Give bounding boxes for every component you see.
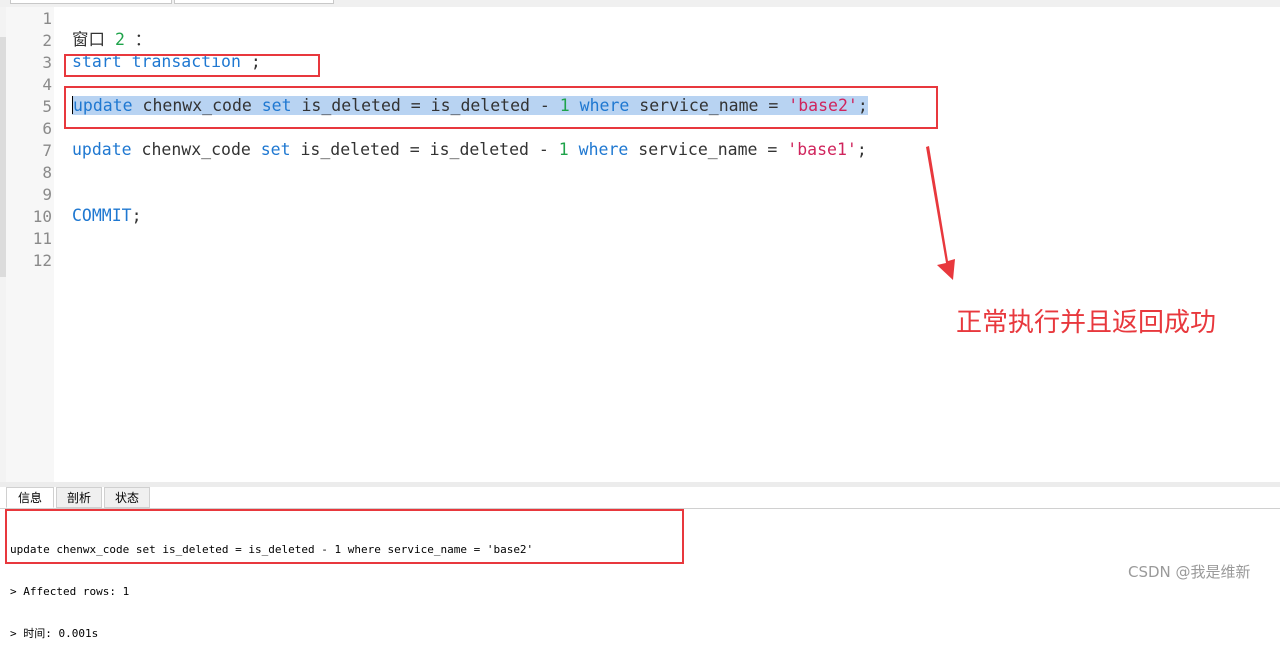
statement-end: ;: [131, 206, 142, 225]
comment-text: 窗口: [72, 30, 105, 49]
punctuation: ：: [124, 30, 152, 49]
editor-tab[interactable]: [174, 0, 334, 4]
number-literal: 1: [558, 140, 569, 159]
line-number-gutter: 1 2 3 4 5 6 7 8 9 10 11 12: [6, 7, 54, 482]
string-literal: 'base1': [787, 140, 857, 159]
line-number: 2: [42, 31, 52, 50]
tab-profile[interactable]: 剖析: [56, 487, 102, 508]
code-text: service_name =: [628, 140, 788, 159]
annotation-text: 正常执行并且返回成功: [956, 308, 1217, 338]
editor-tab[interactable]: [10, 0, 172, 4]
highlight-box-transaction: [64, 54, 320, 77]
line-number: 3: [42, 53, 52, 72]
line-number: 1: [42, 9, 52, 28]
watermark: CSDN @我是维新: [1128, 563, 1251, 581]
output-line: > Affected rows: 1: [10, 585, 130, 598]
keyword: update: [72, 140, 132, 159]
arrow-icon: [926, 146, 955, 280]
line-number: 10: [32, 207, 52, 226]
line-number: 9: [42, 185, 52, 204]
tab-info[interactable]: 信息: [6, 487, 54, 508]
code-line-10[interactable]: COMMIT;: [72, 205, 142, 227]
highlight-box-output: [5, 509, 684, 564]
window-number: 2: [114, 30, 125, 49]
highlight-box-update: [64, 86, 938, 129]
line-number: 8: [42, 163, 52, 182]
panel-divider[interactable]: [0, 482, 1280, 487]
line-number: 5: [42, 97, 52, 116]
code-text: chenwx_code: [131, 140, 261, 159]
keyword: COMMIT: [72, 206, 132, 225]
keyword: where: [568, 140, 629, 159]
line-number: 4: [42, 75, 52, 94]
code-text: is_deleted = is_deleted -: [290, 140, 559, 159]
output-line: > 时间: 0.001s: [10, 627, 99, 640]
line-number: 11: [32, 229, 52, 248]
keyword: set: [260, 140, 291, 159]
tab-status[interactable]: 状态: [104, 487, 150, 508]
code-line-7[interactable]: update chenwx_code set is_deleted = is_d…: [72, 139, 867, 161]
line-number: 12: [32, 251, 52, 270]
line-number: 6: [42, 119, 52, 138]
code-line-2[interactable]: 窗口 2 ：: [72, 29, 151, 51]
statement-end: ;: [856, 140, 867, 159]
line-number: 7: [42, 141, 52, 160]
